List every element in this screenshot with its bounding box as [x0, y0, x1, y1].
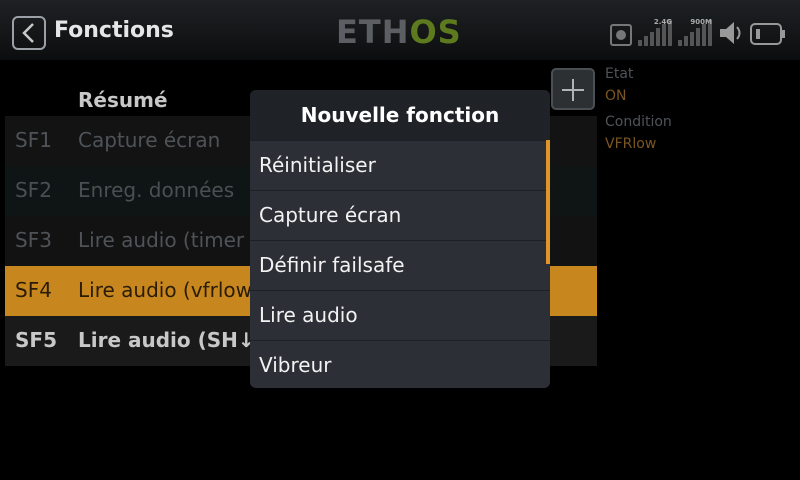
state-value: ON: [605, 88, 627, 104]
chevron-left-icon: [22, 23, 34, 43]
back-button[interactable]: [12, 16, 46, 50]
condition-value: VFRlow: [605, 136, 657, 152]
option-haptic[interactable]: Vibreur: [250, 340, 550, 388]
record-icon: [610, 24, 632, 46]
option-play-audio[interactable]: Lire audio: [250, 290, 550, 340]
signal-2g4-icon: 2.4G: [638, 18, 672, 46]
state-label: Etat: [605, 66, 634, 82]
option-reset[interactable]: Réinitialiser: [250, 140, 550, 190]
new-function-dialog: Nouvelle fonction Réinitialiser Capture …: [250, 90, 550, 388]
option-screenshot[interactable]: Capture écran: [250, 190, 550, 240]
dialog-scrollbar[interactable]: [546, 140, 550, 264]
option-set-failsafe[interactable]: Définir failsafe: [250, 240, 550, 290]
battery-icon: [750, 23, 785, 45]
speaker-icon: [720, 22, 741, 44]
page-title: Fonctions: [54, 18, 174, 43]
add-function-button[interactable]: [551, 68, 595, 110]
ethos-logo: ETHOS: [336, 13, 462, 51]
signal-900m-icon: 900M: [678, 18, 712, 46]
status-area: 2.4G 900M: [610, 16, 786, 46]
dialog-title: Nouvelle fonction: [250, 90, 550, 140]
condition-label: Condition: [605, 114, 672, 130]
header-bar: Fonctions ETHOS 2.4G 900M: [0, 0, 800, 60]
